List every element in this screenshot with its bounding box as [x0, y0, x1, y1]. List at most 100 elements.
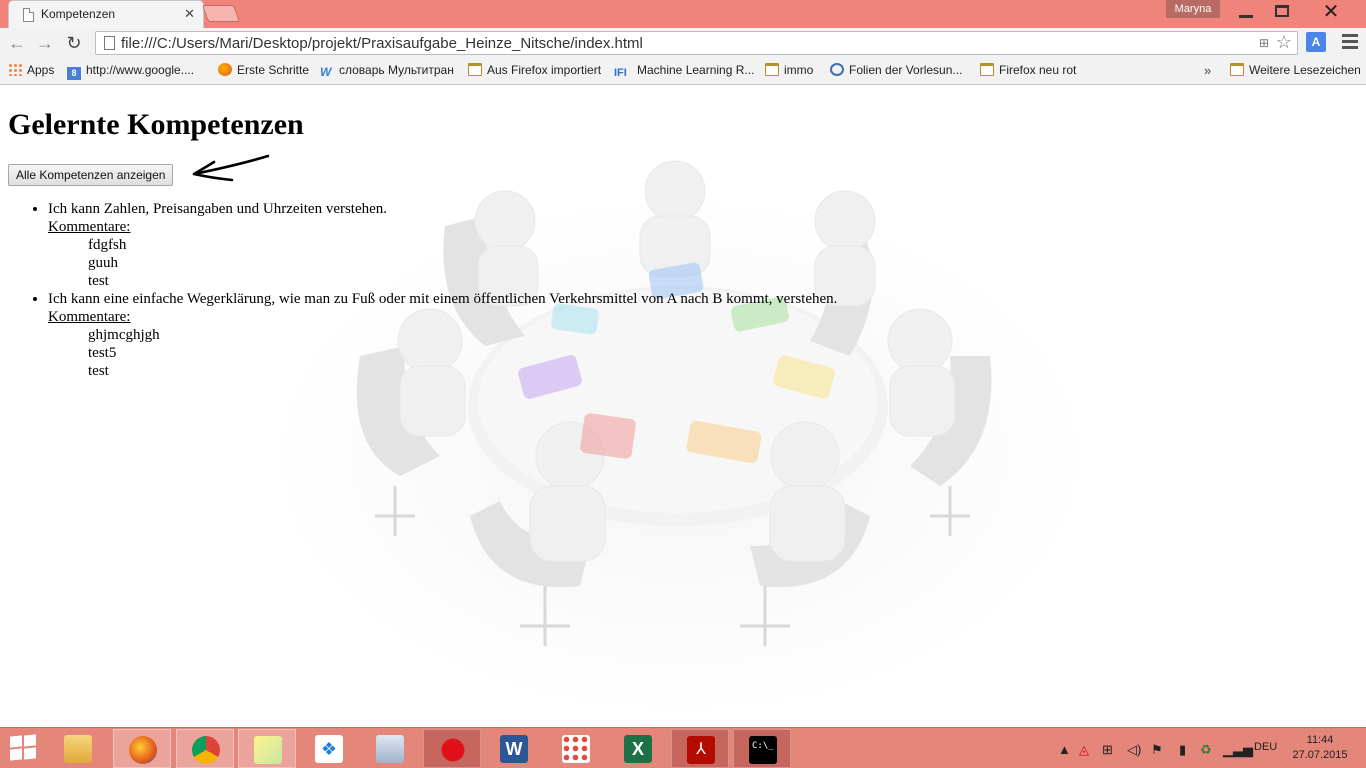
- maximize-button[interactable]: [1262, 0, 1302, 24]
- bookmark-star-icon[interactable]: ☆: [1276, 32, 1292, 53]
- bookmark-label: Firefox neu rot: [999, 63, 1077, 77]
- comment: fdgfsh: [88, 237, 127, 253]
- bookmark-multitran[interactable]: Wсловарь Мультитран: [320, 63, 454, 81]
- page-heading: Gelernte Kompetenzen: [8, 108, 304, 141]
- bookmark-label: Folien der Vorlesun...: [849, 63, 963, 77]
- competence-list: Ich kann Zahlen, Preisangaben und Uhrzei…: [8, 200, 837, 380]
- bookmark-machine-learning[interactable]: IFI Machine Learning R...: [614, 63, 754, 81]
- menu-button[interactable]: [1342, 34, 1358, 52]
- minimize-button[interactable]: [1226, 0, 1266, 24]
- folder-icon: [765, 63, 779, 76]
- folder-icon: [468, 63, 482, 76]
- cmd-icon: C:\_: [749, 736, 777, 764]
- calculator-icon: [376, 735, 404, 763]
- clock-time: 11:44: [1306, 734, 1334, 746]
- comment: ghjmcghjgh: [88, 327, 160, 343]
- volume-icon[interactable]: ◁): [1127, 742, 1141, 758]
- bookmark-other-bookmarks[interactable]: Weitere Lesezeichen: [1230, 63, 1361, 81]
- comment-list: fdgfsh guuh test: [48, 236, 837, 290]
- action-center-windows-icon[interactable]: ⊞: [1102, 742, 1113, 758]
- firefox-icon: [129, 736, 157, 764]
- tray-expand-icon[interactable]: ▲: [1058, 742, 1071, 757]
- comment: guuh: [88, 255, 118, 271]
- new-tab-button[interactable]: [201, 5, 241, 22]
- taskbar-chrome[interactable]: [176, 729, 234, 768]
- taskbar-sticky-notes[interactable]: [238, 729, 296, 768]
- tab-title: Kompetenzen: [41, 7, 116, 21]
- battery-icon[interactable]: ▮: [1179, 742, 1186, 758]
- clock-date: 27.07.2015: [1292, 749, 1348, 761]
- comment: test: [88, 363, 109, 379]
- taskbar-word[interactable]: W: [485, 729, 543, 768]
- taskbar-cmd[interactable]: C:\_: [733, 729, 791, 768]
- bookmark-folien[interactable]: Folien der Vorlesun...: [830, 63, 962, 81]
- back-button[interactable]: ←: [6, 32, 28, 54]
- taskbar-firefox[interactable]: [113, 729, 171, 768]
- url-text: file:///C:/Users/Mari/Desktop/projekt/Pr…: [121, 35, 643, 52]
- bookmark-erste-schritte[interactable]: Erste Schritte: [218, 63, 309, 81]
- acrobat-icon: ⅄: [687, 736, 715, 764]
- bookmark-google[interactable]: 8 http://www.google....: [67, 63, 194, 81]
- taskbar-dropbox[interactable]: ❖: [300, 729, 358, 768]
- antivirus-icon[interactable]: ◬: [1079, 742, 1089, 758]
- browser-toolbar: ← → ↻ file:///C:/Users/Mari/Desktop/proj…: [0, 28, 1366, 58]
- taskbar-calculator[interactable]: [361, 729, 419, 768]
- bookmark-label: Erste Schritte: [237, 63, 310, 77]
- bookmark-folder-immo[interactable]: immo: [765, 63, 813, 81]
- bookmark-label: Aus Firefox importiert: [487, 63, 602, 77]
- input-language[interactable]: DEU: [1254, 741, 1277, 753]
- profile-badge[interactable]: Maryna: [1166, 0, 1220, 18]
- reload-button[interactable]: ↻: [63, 32, 85, 54]
- google-icon: 8: [67, 67, 81, 80]
- network-signal-icon[interactable]: ▁▃▅: [1223, 742, 1253, 758]
- taskbar-paint[interactable]: [423, 729, 481, 768]
- start-button[interactable]: [10, 734, 38, 762]
- comment-list: ghjmcghjgh test5 test: [48, 326, 837, 380]
- system-clock[interactable]: 11:44 27.07.2015: [1290, 733, 1350, 763]
- bookmark-folder-firefox-import[interactable]: Aus Firefox importiert: [468, 63, 601, 81]
- bookmark-label: Machine Learning R...: [637, 63, 755, 77]
- bookmark-folder-firefox-neu[interactable]: Firefox neu rot: [980, 63, 1076, 81]
- dropbox-icon: ❖: [315, 735, 343, 763]
- apps-grid-icon: [562, 735, 590, 763]
- translate-extension-icon[interactable]: A: [1306, 32, 1326, 52]
- recycle-icon[interactable]: ♻: [1200, 742, 1212, 758]
- flag-icon[interactable]: ⚑: [1151, 742, 1163, 758]
- word-icon: W: [500, 735, 528, 763]
- comment: test5: [88, 345, 117, 361]
- windows-taskbar: ❖ W X ⅄ C:\_ ▲ ◬ ⊞ ◁) ⚑ ▮ ♻ ▁▃▅ DEU 11:4…: [0, 727, 1366, 768]
- bookmarks-overflow-chevron-icon[interactable]: »: [1204, 63, 1211, 78]
- bookmark-label: Weitere Lesezeichen: [1249, 63, 1361, 77]
- browser-tab[interactable]: Kompetenzen ✕: [8, 0, 204, 28]
- folder-icon: [1230, 63, 1244, 76]
- comments-label: Kommentare:: [48, 219, 131, 235]
- competence-item: Ich kann Zahlen, Preisangaben und Uhrzei…: [48, 200, 837, 290]
- address-bar[interactable]: file:///C:/Users/Mari/Desktop/projekt/Pr…: [95, 31, 1298, 55]
- competence-text: Ich kann eine einfache Wegerklärung, wie…: [48, 291, 838, 307]
- taskbar-acrobat[interactable]: ⅄: [671, 729, 729, 768]
- show-all-competences-button[interactable]: Alle Kompetenzen anzeigen: [8, 164, 174, 186]
- excel-icon: X: [624, 735, 652, 763]
- chrome-icon: [192, 736, 220, 764]
- taskbar-file-explorer[interactable]: [49, 729, 107, 768]
- forward-button[interactable]: →: [34, 32, 56, 54]
- bookmark-apps[interactable]: Apps: [8, 63, 54, 81]
- ifi-icon: IFI: [614, 67, 627, 79]
- bookmark-label: http://www.google....: [86, 63, 195, 77]
- paint-splash-icon: [439, 736, 467, 764]
- competence-text: Ich kann Zahlen, Preisangaben und Uhrzei…: [48, 201, 388, 217]
- multitran-icon: W: [320, 65, 332, 79]
- bookmarks-bar: Apps 8 http://www.google.... Erste Schrit…: [0, 58, 1366, 85]
- comments-label: Kommentare:: [48, 309, 131, 325]
- maximize-icon: [1275, 5, 1289, 17]
- taskbar-apps[interactable]: [547, 729, 605, 768]
- page-icon: [104, 36, 115, 50]
- file-explorer-icon: [64, 735, 92, 763]
- hand-drawn-arrow-icon: [192, 154, 270, 182]
- close-window-button[interactable]: ✕: [1308, 0, 1354, 24]
- taskbar-excel[interactable]: X: [609, 729, 667, 768]
- tab-close-icon[interactable]: ✕: [184, 6, 195, 22]
- translate-page-icon[interactable]: ⊞: [1259, 36, 1269, 50]
- bookmark-label: immo: [784, 63, 814, 77]
- circle-icon: [830, 63, 844, 76]
